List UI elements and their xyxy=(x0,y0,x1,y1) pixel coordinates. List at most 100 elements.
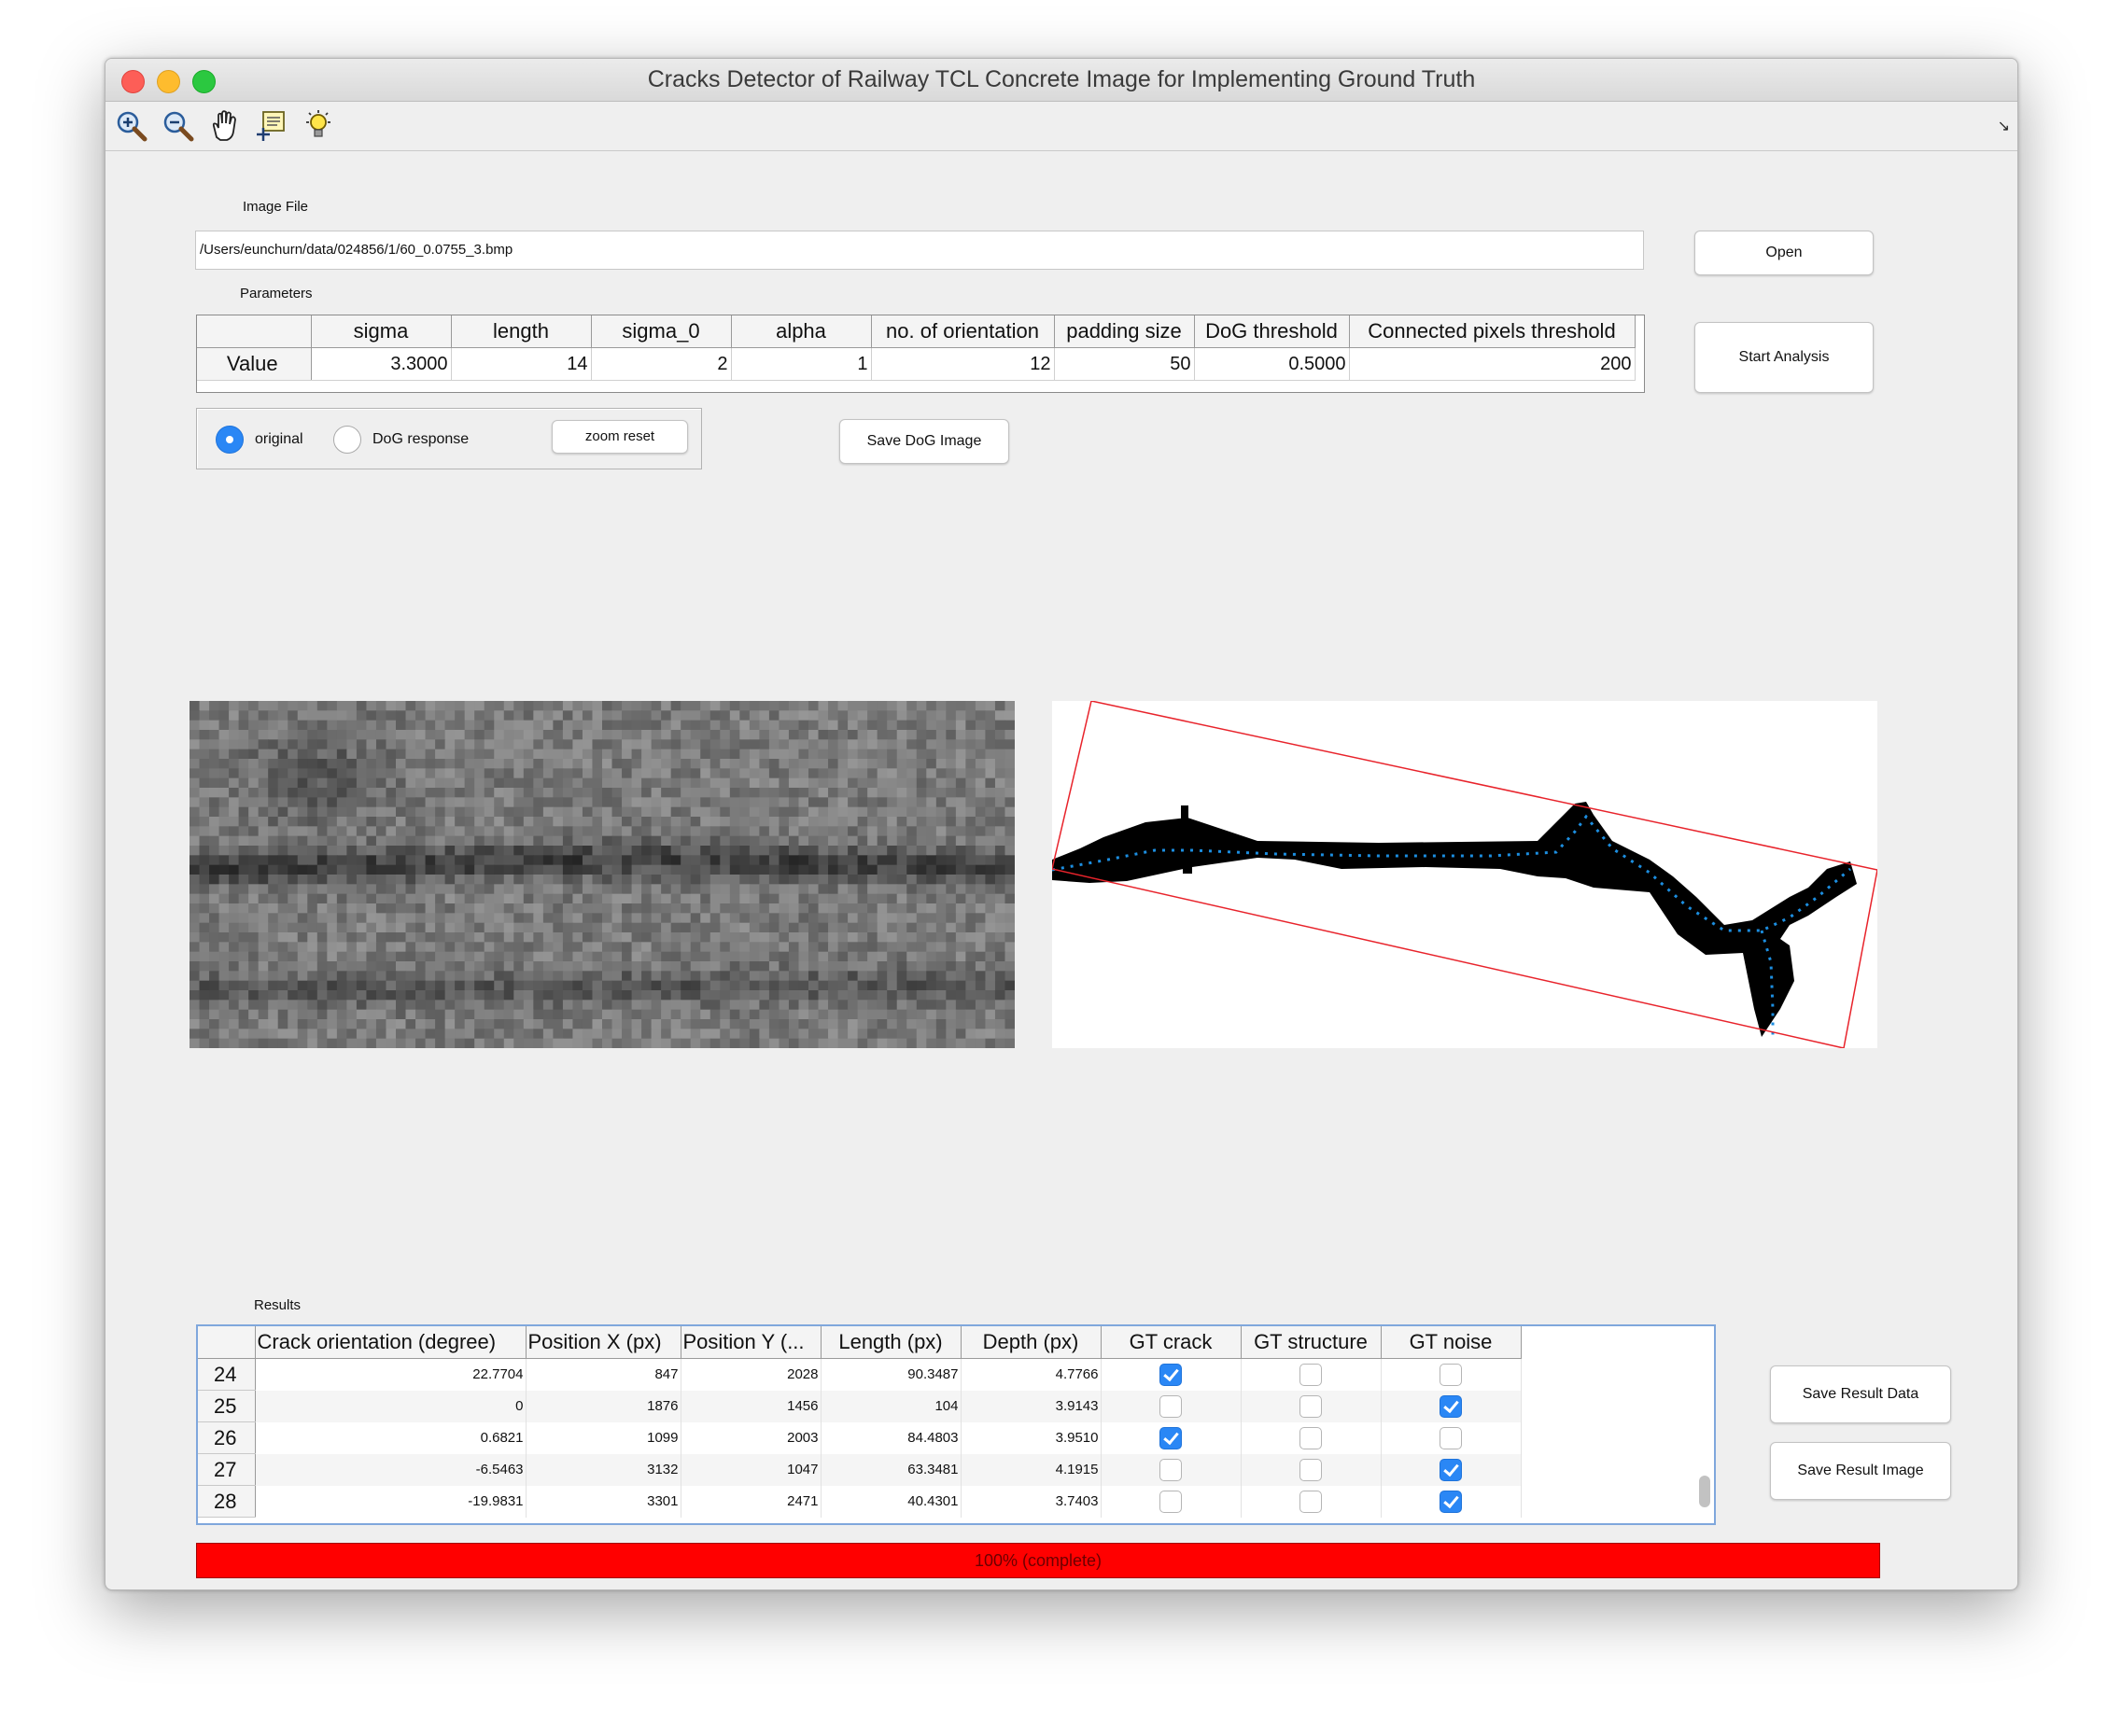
gt-noise-checkbox-cell xyxy=(1381,1358,1522,1391)
param-header-connected-threshold: Connected pixels threshold xyxy=(1349,315,1636,348)
dog-response-label: DoG response xyxy=(372,431,470,447)
results-label: Results xyxy=(254,1297,302,1313)
original-image-panel[interactable] xyxy=(190,701,1015,1048)
zoom-reset-button[interactable]: zoom reset xyxy=(552,420,688,454)
gt-crack-checkbox[interactable] xyxy=(1159,1394,1182,1418)
length-cell[interactable]: 104 xyxy=(821,1390,962,1422)
param-value-orientation[interactable]: 12 xyxy=(871,347,1055,381)
length-cell[interactable]: 84.4803 xyxy=(821,1421,962,1454)
results-corner xyxy=(198,1326,256,1359)
row-number: 27 xyxy=(198,1453,256,1486)
depth-cell[interactable]: 4.7766 xyxy=(961,1358,1102,1391)
depth-cell[interactable]: 3.9510 xyxy=(961,1421,1102,1454)
gt-structure-checkbox[interactable] xyxy=(1299,1394,1322,1418)
orientation-cell[interactable]: -19.9831 xyxy=(255,1485,527,1518)
gt-structure-checkbox[interactable] xyxy=(1299,1458,1322,1481)
gt-crack-checkbox-cell xyxy=(1101,1421,1242,1454)
length-cell[interactable]: 90.3487 xyxy=(821,1358,962,1391)
original-radio[interactable] xyxy=(216,426,244,454)
table-row[interactable]: 25 0 1876 1456 104 3.9143 xyxy=(198,1390,1522,1422)
position-y-cell[interactable]: 2471 xyxy=(681,1485,822,1518)
gt-noise-checkbox-cell xyxy=(1381,1453,1522,1486)
gt-noise-checkbox-cell xyxy=(1381,1421,1522,1454)
gt-structure-checkbox[interactable] xyxy=(1299,1426,1322,1449)
gt-noise-checkbox[interactable] xyxy=(1440,1458,1462,1481)
zoom-out-icon[interactable] xyxy=(162,109,195,143)
depth-cell[interactable]: 4.1915 xyxy=(961,1453,1102,1486)
position-y-cell[interactable]: 2028 xyxy=(681,1358,822,1391)
gt-crack-checkbox[interactable] xyxy=(1159,1458,1182,1481)
original-label: original xyxy=(255,431,303,447)
results-table: Crack orientation (degree) Position X (p… xyxy=(196,1324,1716,1525)
gt-crack-checkbox[interactable] xyxy=(1159,1490,1182,1513)
depth-cell[interactable]: 3.7403 xyxy=(961,1485,1102,1518)
gt-crack-checkbox[interactable] xyxy=(1159,1426,1182,1449)
gt-noise-checkbox[interactable] xyxy=(1440,1363,1462,1386)
results-header-length[interactable]: Length (px) xyxy=(821,1326,962,1359)
param-value-sigma0[interactable]: 2 xyxy=(591,347,732,381)
param-value-sigma[interactable]: 3.3000 xyxy=(311,347,452,381)
gt-noise-checkbox[interactable] xyxy=(1440,1426,1462,1449)
parameters-corner xyxy=(197,315,312,348)
position-y-cell[interactable]: 1456 xyxy=(681,1390,822,1422)
toolbar-expand-icon[interactable]: ↘ xyxy=(1998,117,2010,135)
results-scroll-thumb[interactable] xyxy=(1699,1476,1710,1507)
crack-result-panel[interactable] xyxy=(1052,701,1877,1048)
length-cell[interactable]: 40.4301 xyxy=(821,1485,962,1518)
image-path-field[interactable]: /Users/eunchurn/data/024856/1/60_0.0755_… xyxy=(195,231,1644,270)
position-x-cell[interactable]: 1099 xyxy=(526,1421,681,1454)
start-analysis-button[interactable]: Start Analysis xyxy=(1694,322,1874,393)
results-header-gt-structure[interactable]: GT structure xyxy=(1241,1326,1382,1359)
orientation-cell[interactable]: 0 xyxy=(255,1390,527,1422)
toolbar: ↘ xyxy=(105,102,2017,151)
results-header-position-x[interactable]: Position X (px) xyxy=(526,1326,681,1359)
position-x-cell[interactable]: 847 xyxy=(526,1358,681,1391)
gt-structure-checkbox[interactable] xyxy=(1299,1490,1322,1513)
results-scrollbar[interactable] xyxy=(1697,1365,1710,1519)
results-header-gt-crack[interactable]: GT crack xyxy=(1101,1326,1242,1359)
save-result-data-button[interactable]: Save Result Data xyxy=(1770,1365,1951,1423)
gt-structure-checkbox-cell xyxy=(1241,1390,1382,1422)
param-value-connected-threshold[interactable]: 200 xyxy=(1349,347,1636,381)
pan-hand-icon[interactable] xyxy=(208,109,242,143)
save-result-image-button[interactable]: Save Result Image xyxy=(1770,1442,1951,1500)
position-x-cell[interactable]: 1876 xyxy=(526,1390,681,1422)
results-header-position-y[interactable]: Position Y (... xyxy=(681,1326,822,1359)
lightbulb-icon[interactable] xyxy=(302,109,335,143)
orientation-cell[interactable]: 22.7704 xyxy=(255,1358,527,1391)
position-x-cell[interactable]: 3301 xyxy=(526,1485,681,1518)
param-value-alpha[interactable]: 1 xyxy=(731,347,872,381)
results-header-depth[interactable]: Depth (px) xyxy=(961,1326,1102,1359)
param-header-sigma0: sigma_0 xyxy=(591,315,732,348)
table-row[interactable]: 27 -6.5463 3132 1047 63.3481 4.1915 xyxy=(198,1453,1522,1486)
depth-cell[interactable]: 3.9143 xyxy=(961,1390,1102,1422)
data-cursor-icon[interactable] xyxy=(255,109,288,143)
row-number: 28 xyxy=(198,1485,256,1518)
image-file-label: Image File xyxy=(243,199,309,215)
table-row[interactable]: 24 22.7704 847 2028 90.3487 4.7766 xyxy=(198,1358,1522,1391)
length-cell[interactable]: 63.3481 xyxy=(821,1453,962,1486)
position-y-cell[interactable]: 2003 xyxy=(681,1421,822,1454)
table-row[interactable]: 26 0.6821 1099 2003 84.4803 3.9510 xyxy=(198,1421,1522,1454)
zoom-in-icon[interactable] xyxy=(115,109,148,143)
gt-structure-checkbox-cell xyxy=(1241,1485,1382,1518)
parameters-label: Parameters xyxy=(240,286,313,301)
gt-crack-checkbox[interactable] xyxy=(1159,1363,1182,1386)
param-value-padding[interactable]: 50 xyxy=(1054,347,1195,381)
save-dog-image-button[interactable]: Save DoG Image xyxy=(839,419,1009,464)
dog-response-radio[interactable] xyxy=(333,426,361,454)
position-y-cell[interactable]: 1047 xyxy=(681,1453,822,1486)
results-header-gt-noise[interactable]: GT noise xyxy=(1381,1326,1522,1359)
row-number: 25 xyxy=(198,1390,256,1422)
gt-noise-checkbox[interactable] xyxy=(1440,1394,1462,1418)
orientation-cell[interactable]: -6.5463 xyxy=(255,1453,527,1486)
table-row[interactable]: 28 -19.9831 3301 2471 40.4301 3.7403 xyxy=(198,1485,1522,1518)
open-button[interactable]: Open xyxy=(1694,231,1874,275)
param-value-length[interactable]: 14 xyxy=(451,347,592,381)
gt-noise-checkbox[interactable] xyxy=(1440,1490,1462,1513)
position-x-cell[interactable]: 3132 xyxy=(526,1453,681,1486)
gt-structure-checkbox[interactable] xyxy=(1299,1363,1322,1386)
results-header-orientation[interactable]: Crack orientation (degree) xyxy=(255,1326,527,1359)
param-value-dog-threshold[interactable]: 0.5000 xyxy=(1194,347,1350,381)
orientation-cell[interactable]: 0.6821 xyxy=(255,1421,527,1454)
